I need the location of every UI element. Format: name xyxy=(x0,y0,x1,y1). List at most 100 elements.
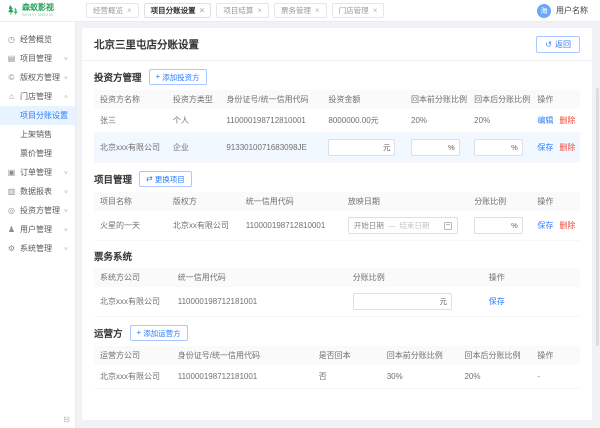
tab-ticket-management[interactable]: 票务管理 × xyxy=(274,3,327,18)
operator-section-title: 运营方 xyxy=(94,326,123,340)
date-start-placeholder: 开始日期 xyxy=(354,220,384,231)
project-section-title: 项目管理 xyxy=(94,172,132,186)
vertical-scrollbar[interactable] xyxy=(596,88,599,346)
delete-link[interactable]: 删除 xyxy=(559,143,575,152)
sidebar: ◷ 经营概览 ▤ 项目管理 ∨ © 版权方管理 ∨ ⌂ 门店管理 ∧ 项目分账设… xyxy=(0,22,76,428)
user-box[interactable]: 海 用户名称 xyxy=(537,4,600,18)
chevron-down-icon: ∨ xyxy=(64,189,69,195)
save-link[interactable]: 保存 xyxy=(537,143,553,152)
col-payback: 是否回本 xyxy=(313,346,381,365)
back-button[interactable]: ↺ 返回 xyxy=(536,36,580,53)
delete-link[interactable]: 删除 xyxy=(559,221,575,230)
add-operator-label: 添加运营方 xyxy=(143,328,181,339)
change-project-button[interactable]: ⇄ 更换项目 xyxy=(139,171,192,187)
sidebar-item-project-mgmt[interactable]: ▤ 项目管理 ∨ xyxy=(0,49,75,68)
operator-table: 运营方公司 身份证号/统一信用代码 是否回本 回本前分账比例 回本后分账比例 操… xyxy=(94,346,580,389)
cell-id-code: 110000198712181001 xyxy=(172,365,313,389)
ratio-input[interactable] xyxy=(358,297,437,306)
tab-split-settings[interactable]: 项目分账设置 × xyxy=(144,3,212,18)
tab-label: 经营概览 xyxy=(93,5,123,16)
sidebar-subitem-ticket-price[interactable]: 票价管理 xyxy=(0,144,75,163)
col-post-ratio: 回本后分账比例 xyxy=(458,346,531,365)
delete-link[interactable]: 删除 xyxy=(559,116,575,125)
save-link[interactable]: 保存 xyxy=(537,221,553,230)
sidebar-item-label: 版权方管理 xyxy=(20,72,60,83)
sidebar-collapse-icon[interactable]: ⊟ xyxy=(63,415,70,424)
investor-icon: ◎ xyxy=(7,206,16,215)
cell-pre-ratio-input: % xyxy=(405,133,468,163)
cell-payback: 否 xyxy=(313,365,381,389)
col-system-company: 系统方公司 xyxy=(94,268,172,287)
add-operator-button[interactable]: + 添加运营方 xyxy=(130,325,188,341)
sidebar-item-investor-mgmt[interactable]: ◎ 投资方管理 ∨ xyxy=(0,201,75,220)
tab-label: 项目结算 xyxy=(223,5,253,16)
close-icon[interactable]: × xyxy=(315,7,320,15)
ticket-section-title: 票务系统 xyxy=(94,249,132,263)
user-name: 用户名称 xyxy=(556,5,588,16)
tab-bar: 经营概览 × 项目分账设置 × 项目结算 × 票务管理 × 门店管理 × xyxy=(78,3,537,18)
tab-store-management[interactable]: 门店管理 × xyxy=(332,3,385,18)
post-ratio-input[interactable] xyxy=(479,143,508,152)
sidebar-item-user-mgmt[interactable]: ♟ 用户管理 ∨ xyxy=(0,220,75,239)
cell-pre-ratio: 30% xyxy=(381,365,459,389)
sidebar-item-overview[interactable]: ◷ 经营概览 xyxy=(0,30,75,49)
tab-label: 门店管理 xyxy=(339,5,369,16)
col-pre-ratio: 回本前分账比例 xyxy=(405,90,468,109)
add-investor-label: 添加投资方 xyxy=(162,72,200,83)
top-bar: 森蚁影视 SENYI MOVIE 经营概览 × 项目分账设置 × 项目结算 × … xyxy=(0,0,600,22)
col-pre-ratio: 回本前分账比例 xyxy=(381,346,459,365)
col-id-code: 身份证号/统一信用代码 xyxy=(172,346,313,365)
cell-post-ratio: 20% xyxy=(468,109,531,133)
sidebar-subitem-label: 项目分账设置 xyxy=(20,110,68,121)
cell-owner: 北京xx有限公司 xyxy=(167,211,240,241)
calendar-icon xyxy=(444,222,452,230)
sidebar-item-system-mgmt[interactable]: ⚙ 系统管理 ∨ xyxy=(0,239,75,258)
save-link[interactable]: 保存 xyxy=(489,297,505,306)
close-icon[interactable]: × xyxy=(200,7,205,15)
cell-actions: 保存删除 xyxy=(531,211,580,241)
cell-credit-code: 110000198712181001 xyxy=(172,287,347,317)
sidebar-subitem-on-sale[interactable]: 上架销售 xyxy=(0,125,75,144)
page-title: 北京三里屯店分账设置 xyxy=(94,37,199,52)
date-end-placeholder: 结束日期 xyxy=(399,220,429,231)
sidebar-item-store-mgmt[interactable]: ⌂ 门店管理 ∧ xyxy=(0,87,75,106)
ratio-input[interactable] xyxy=(479,221,508,230)
table-row: 北京xxx有限公司 110000198712181001 元 保存 xyxy=(94,287,580,317)
amount-input[interactable] xyxy=(333,143,380,152)
cell-amount: 8000000.00元 xyxy=(322,109,405,133)
col-copyright-owner: 版权方 xyxy=(167,192,240,211)
plus-icon: + xyxy=(156,73,161,81)
sidebar-item-data-report[interactable]: ▥ 数据报表 ∨ xyxy=(0,182,75,201)
sidebar-item-order-mgmt[interactable]: ▣ 订单管理 ∨ xyxy=(0,163,75,182)
date-separator: — xyxy=(388,221,396,230)
chevron-down-icon: ∨ xyxy=(64,227,69,233)
chevron-down-icon: ∨ xyxy=(64,170,69,176)
post-ratio-unit: % xyxy=(508,143,518,152)
sidebar-item-copyright-mgmt[interactable]: © 版权方管理 ∨ xyxy=(0,68,75,87)
col-invest-amount: 投资金额 xyxy=(322,90,405,109)
logo-subtitle: SENYI MOVIE xyxy=(22,13,54,17)
close-icon[interactable]: × xyxy=(127,7,132,15)
copyright-icon: © xyxy=(7,73,16,82)
add-investor-button[interactable]: + 添加投资方 xyxy=(149,69,207,85)
date-range-picker[interactable]: 开始日期 — 结束日期 xyxy=(348,217,458,234)
logo-title: 森蚁影视 xyxy=(22,4,54,12)
divider xyxy=(82,60,592,61)
col-credit-code: 统一信用代码 xyxy=(172,268,347,287)
pre-ratio-input[interactable] xyxy=(416,143,445,152)
edit-link[interactable]: 编辑 xyxy=(537,116,553,125)
close-icon[interactable]: × xyxy=(373,7,378,15)
col-show-date: 放映日期 xyxy=(342,192,468,211)
tab-overview[interactable]: 经营概览 × xyxy=(86,3,139,18)
gear-icon: ⚙ xyxy=(7,244,16,253)
cell-actions: 编辑删除 xyxy=(531,109,580,133)
avatar[interactable]: 海 xyxy=(537,4,551,18)
tab-project-settlement[interactable]: 项目结算 × xyxy=(216,3,269,18)
ratio-unit: % xyxy=(508,221,518,230)
ticket-section-header: 票务系统 xyxy=(94,249,580,263)
close-icon[interactable]: × xyxy=(257,7,262,15)
sidebar-subitem-split-settings[interactable]: 项目分账设置 xyxy=(0,106,75,125)
investors-header-row: 投资方名称 投资方类型 身份证号/统一信用代码 投资金额 回本前分账比例 回本后… xyxy=(94,90,580,109)
col-project-name: 项目名称 xyxy=(94,192,167,211)
back-button-label: 返回 xyxy=(555,39,571,50)
